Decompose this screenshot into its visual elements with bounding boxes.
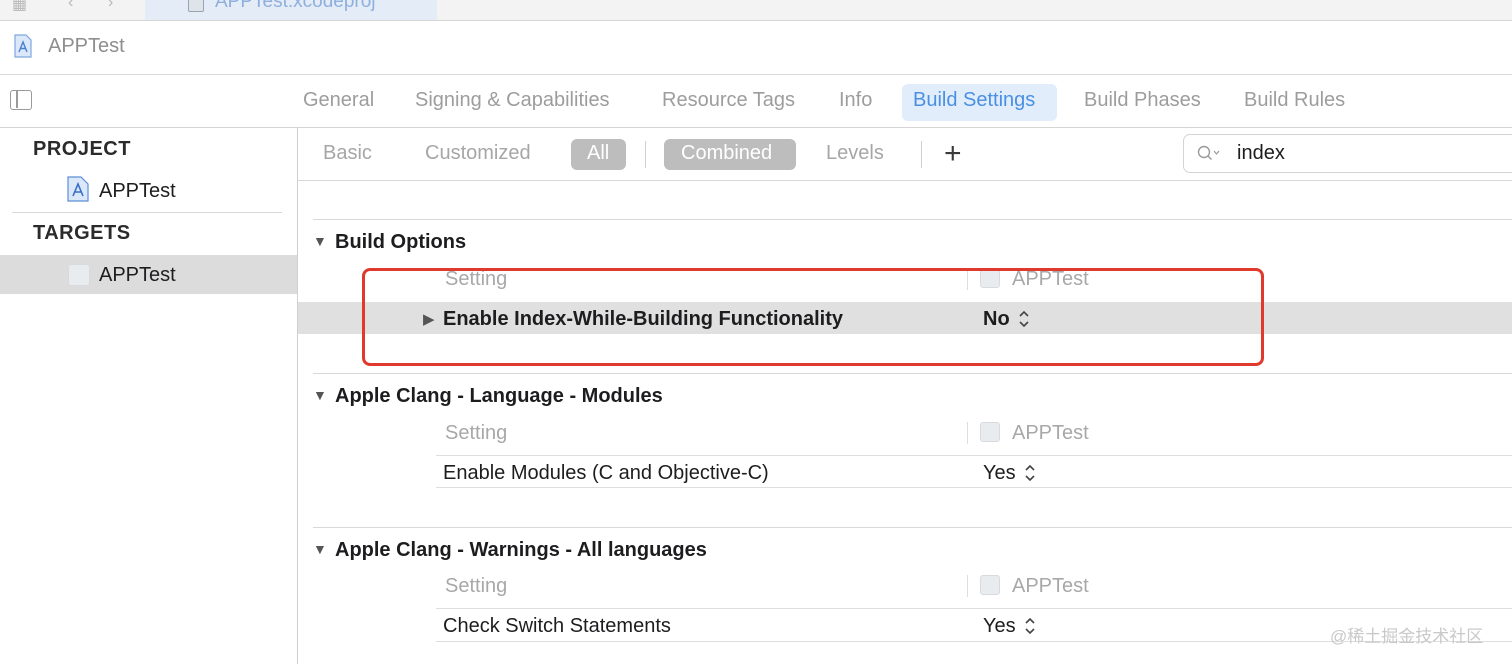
group-divider (313, 219, 1512, 220)
project-title-bar (0, 21, 1512, 75)
app-target-icon (68, 264, 90, 286)
group-divider (313, 373, 1512, 374)
tab-info[interactable]: Info (839, 89, 872, 112)
setting-value[interactable]: Yes (983, 462, 1016, 485)
filter-divider (645, 141, 646, 168)
filter-customized[interactable]: Customized (425, 142, 531, 165)
xcode-project-icon (14, 34, 32, 58)
column-divider (967, 422, 968, 444)
search-input-value[interactable]: index (1237, 142, 1285, 165)
app-target-icon (980, 575, 1000, 595)
tab-build-phases[interactable]: Build Phases (1084, 89, 1201, 112)
app-target-icon (980, 422, 1000, 442)
editor-file-tab-label: APPTest.xcodeproj (215, 0, 376, 12)
project-navigator (0, 128, 298, 664)
popup-chevrons-icon[interactable] (1024, 463, 1036, 483)
project-file-icon (188, 0, 204, 12)
tab-build-settings[interactable]: Build Settings (913, 89, 1035, 112)
row-divider (436, 608, 1512, 609)
navigator-target-item[interactable]: APPTest (99, 264, 176, 287)
project-title: APPTest (48, 35, 125, 57)
filter-all[interactable]: All (587, 142, 609, 165)
popup-chevrons-icon[interactable] (1024, 616, 1036, 636)
grid-icon[interactable]: ▦ (12, 0, 27, 14)
targets-section-header: TARGETS (33, 222, 131, 244)
row-divider (436, 487, 1512, 488)
navigator-divider (12, 212, 282, 213)
group-title: Build Options (335, 231, 467, 253)
tab-resource-tags[interactable]: Resource Tags (662, 89, 795, 112)
column-header-setting: Setting (445, 422, 508, 444)
column-header-target: APPTest (1012, 422, 1089, 444)
setting-value[interactable]: Yes (983, 615, 1016, 638)
back-arrow-icon[interactable]: ‹ (68, 0, 73, 12)
setting-name[interactable]: Check Switch Statements (443, 615, 671, 638)
filter-levels[interactable]: Levels (826, 142, 884, 165)
xcode-project-icon (67, 176, 89, 202)
search-icon (1197, 145, 1220, 160)
annotation-highlight-box (362, 268, 1264, 366)
group-divider (313, 527, 1512, 528)
setting-name[interactable]: Enable Modules (C and Objective-C) (443, 462, 769, 485)
forward-arrow-icon[interactable]: › (108, 0, 113, 12)
disclosure-triangle-icon[interactable]: ▼ (313, 541, 327, 557)
add-setting-button[interactable]: + (944, 138, 962, 170)
tab-signing-capabilities[interactable]: Signing & Capabilities (415, 89, 610, 112)
group-title: Apple Clang - Language - Modules (335, 385, 663, 407)
tab-build-rules[interactable]: Build Rules (1244, 89, 1345, 112)
disclosure-triangle-icon[interactable]: ▼ (313, 387, 327, 403)
filter-divider (921, 141, 922, 168)
navigator-project-item[interactable]: APPTest (99, 180, 176, 203)
search-input[interactable] (1183, 134, 1512, 173)
tab-general[interactable]: General (303, 89, 374, 112)
watermark: @稀土掘金技术社区 (1330, 627, 1484, 646)
column-divider (967, 575, 968, 597)
filter-combined[interactable]: Combined (681, 142, 772, 165)
sidebar-toggle-icon[interactable] (10, 90, 32, 110)
project-section-header: PROJECT (33, 138, 131, 160)
column-header-target: APPTest (1012, 575, 1089, 597)
row-divider (436, 455, 1512, 456)
disclosure-triangle-icon[interactable]: ▼ (313, 233, 327, 249)
column-header-setting: Setting (445, 575, 508, 597)
filter-basic[interactable]: Basic (323, 142, 372, 165)
group-title: Apple Clang - Warnings - All languages (335, 539, 707, 561)
